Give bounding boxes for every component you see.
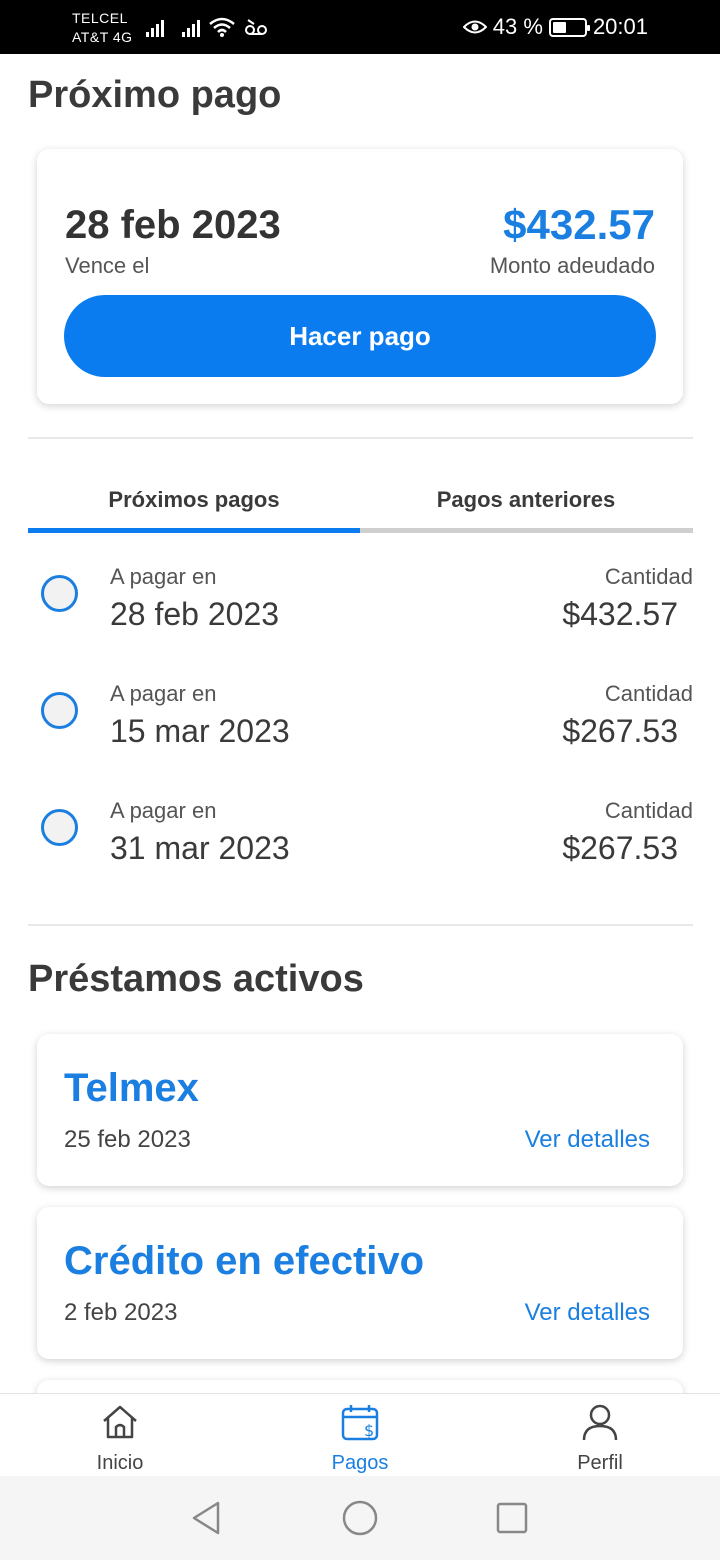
clock: 20:01 bbox=[592, 14, 648, 39]
payment-date: 15 mar 2023 bbox=[110, 713, 290, 749]
nav-item-pagos[interactable]: $ Pagos bbox=[240, 1394, 480, 1477]
svg-text:$: $ bbox=[364, 1421, 374, 1440]
loan-card[interactable]: Crédito en efectivo 2 feb 2023 Ver detal… bbox=[37, 1207, 683, 1359]
nav-label: Perfil bbox=[577, 1452, 623, 1474]
payment-label: A pagar en bbox=[110, 798, 217, 823]
payment-date: 28 feb 2023 bbox=[110, 596, 280, 632]
due-label: Vence el bbox=[65, 253, 150, 278]
amount-label: Monto adeudado bbox=[489, 253, 655, 278]
payment-row[interactable]: A pagar en 28 feb 2023 Cantidad $432.57 bbox=[28, 558, 693, 658]
home-icon bbox=[103, 1405, 137, 1439]
carrier-info: TELCEL AT&T 4G bbox=[72, 9, 133, 47]
loan-title: Telmex bbox=[64, 1066, 199, 1110]
nav-label: Inicio bbox=[96, 1452, 144, 1474]
section-title: Préstamos activos bbox=[28, 958, 364, 1000]
nav-label: Pagos bbox=[331, 1452, 389, 1474]
next-payment-card: 28 feb 2023 Vence el $432.57 Monto adeud… bbox=[37, 149, 683, 404]
status-bar: TELCEL AT&T 4G 43 % 20:01 bbox=[0, 0, 720, 54]
payment-label: A pagar en bbox=[110, 681, 217, 706]
payment-row[interactable]: A pagar en 15 mar 2023 Cantidad $267.53 bbox=[28, 675, 693, 775]
radio-button[interactable] bbox=[41, 575, 78, 612]
loan-card[interactable]: Telmex 25 feb 2023 Ver detalles bbox=[37, 1034, 683, 1186]
bottom-navigation: Inicio $ Pagos Perfil bbox=[0, 1393, 720, 1476]
carrier-name: TELCEL bbox=[72, 10, 128, 26]
status-right: 43 % 20:01 bbox=[462, 12, 648, 42]
home-circle-icon[interactable] bbox=[340, 1498, 380, 1538]
signal-icon bbox=[146, 17, 164, 37]
quantity-label: Cantidad bbox=[604, 564, 693, 589]
payment-amount: $267.53 bbox=[562, 830, 678, 866]
divider bbox=[28, 924, 693, 926]
eye-icon bbox=[462, 20, 487, 34]
nav-item-perfil[interactable]: Perfil bbox=[480, 1394, 720, 1477]
make-payment-button[interactable]: Hacer pago bbox=[64, 295, 656, 377]
radio-button[interactable] bbox=[41, 692, 78, 729]
loan-date: 2 feb 2023 bbox=[64, 1299, 178, 1326]
view-details-link[interactable]: Ver detalles bbox=[525, 1126, 650, 1154]
person-icon bbox=[582, 1404, 618, 1441]
recents-icon[interactable] bbox=[492, 1498, 532, 1538]
due-date: 28 feb 2023 bbox=[65, 203, 281, 247]
wifi-icon bbox=[209, 17, 235, 37]
divider bbox=[28, 437, 693, 439]
battery-icon bbox=[548, 17, 590, 37]
page-title: Próximo pago bbox=[28, 74, 282, 116]
amount-due: $432.57 bbox=[503, 201, 655, 248]
payment-row[interactable]: A pagar en 31 mar 2023 Cantidad $267.53 bbox=[28, 792, 693, 892]
nav-item-inicio[interactable]: Inicio bbox=[0, 1394, 240, 1477]
loan-date: 25 feb 2023 bbox=[64, 1126, 191, 1153]
calendar-dollar-icon: $ bbox=[341, 1405, 379, 1441]
loan-title: Crédito en efectivo bbox=[64, 1239, 425, 1283]
payment-label: A pagar en bbox=[110, 564, 217, 589]
tab-upcoming-payments[interactable]: Próximos pagos bbox=[28, 470, 360, 530]
status-icons bbox=[146, 14, 268, 40]
radio-button[interactable] bbox=[41, 809, 78, 846]
carrier-network: AT&T 4G bbox=[72, 29, 133, 45]
battery-percent: 43 % bbox=[492, 14, 543, 39]
voicemail-icon bbox=[245, 19, 267, 35]
signal-icon bbox=[182, 17, 200, 37]
payment-amount: $267.53 bbox=[562, 713, 678, 749]
back-icon[interactable] bbox=[186, 1498, 226, 1538]
quantity-label: Cantidad bbox=[604, 681, 693, 706]
tab-previous-payments[interactable]: Pagos anteriores bbox=[360, 470, 692, 530]
payment-amount: $432.57 bbox=[562, 596, 678, 632]
tab-active-indicator bbox=[28, 528, 360, 533]
quantity-label: Cantidad bbox=[604, 798, 693, 823]
payment-date: 31 mar 2023 bbox=[110, 830, 290, 866]
view-details-link[interactable]: Ver detalles bbox=[525, 1299, 650, 1327]
system-navigation bbox=[0, 1476, 720, 1560]
